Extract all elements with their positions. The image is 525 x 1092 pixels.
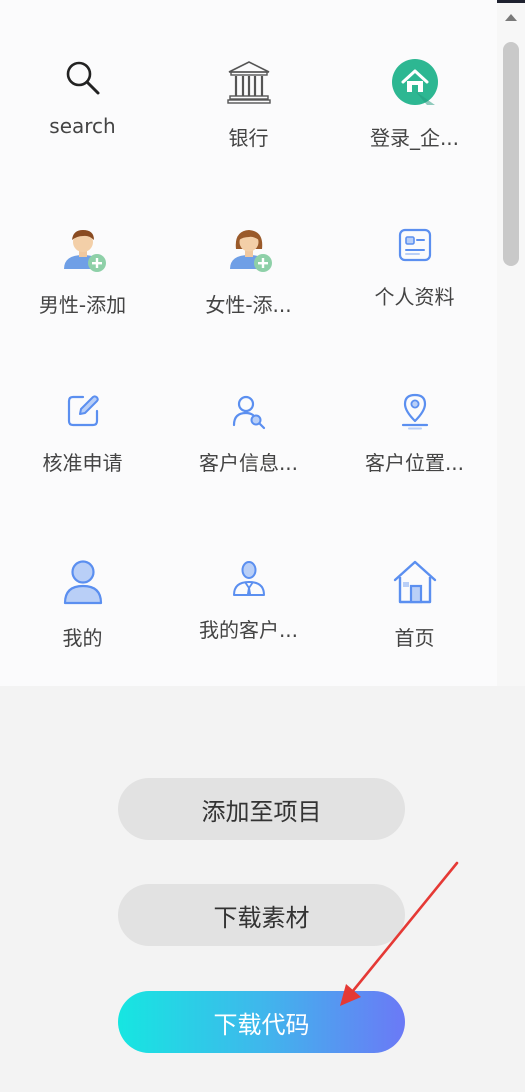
user-icon: [59, 558, 107, 606]
icon-tile-customer-location[interactable]: 客户位置...: [332, 333, 497, 475]
icon-grid-panel: search 银行 登录_企... 男性-添加 女性-添... 个人资料 核准申…: [0, 0, 497, 686]
icon-label: 我的客户...: [198, 618, 299, 642]
icon-label: 客户信息...: [198, 451, 299, 475]
icon-label: 我的: [62, 626, 103, 650]
icon-label: 男性-添加: [38, 293, 127, 317]
icon-tile-login[interactable]: 登录_企...: [332, 0, 497, 150]
icon-tile-my-customers[interactable]: 我的客户...: [166, 500, 331, 642]
icon-label: 登录_企...: [369, 126, 460, 150]
customer-search-icon: [225, 391, 273, 431]
edit-square-icon: [59, 391, 107, 431]
icon-tile-profile[interactable]: 个人资料: [332, 167, 497, 309]
bank-icon: [225, 58, 273, 106]
icon-tile-mine[interactable]: 我的: [0, 500, 165, 650]
icon-label: 客户位置...: [364, 451, 465, 475]
icon-label: 银行: [228, 126, 269, 150]
icon-tile-home[interactable]: 首页: [332, 500, 497, 650]
scrollbar-thumb[interactable]: [503, 42, 519, 266]
home-login-icon: [391, 58, 439, 106]
icon-tile-bank[interactable]: 银行: [166, 0, 331, 150]
location-pin-icon: [391, 391, 439, 431]
icon-label: search: [49, 114, 116, 138]
profile-card-icon: [391, 225, 439, 265]
female-add-icon: [225, 225, 273, 273]
icon-tile-approval[interactable]: 核准申请: [0, 333, 165, 475]
icon-label: 个人资料: [374, 285, 455, 309]
icon-tile-female-add[interactable]: 女性-添...: [166, 167, 331, 317]
icon-tile-search[interactable]: search: [0, 0, 165, 138]
scroll-up-arrow-icon[interactable]: [505, 14, 517, 21]
house-icon: [391, 558, 439, 606]
my-customer-icon: [225, 558, 273, 598]
male-add-icon: [59, 225, 107, 273]
icon-tile-male-add[interactable]: 男性-添加: [0, 167, 165, 317]
icon-label: 首页: [394, 626, 435, 650]
red-arrow-annotation: [340, 861, 459, 1006]
icon-tile-customer-info[interactable]: 客户信息...: [166, 333, 331, 475]
icon-label: 核准申请: [42, 451, 123, 475]
icon-label: 女性-添...: [205, 293, 292, 317]
search-icon: [59, 58, 107, 98]
add-to-project-button[interactable]: 添加至项目: [118, 778, 405, 840]
